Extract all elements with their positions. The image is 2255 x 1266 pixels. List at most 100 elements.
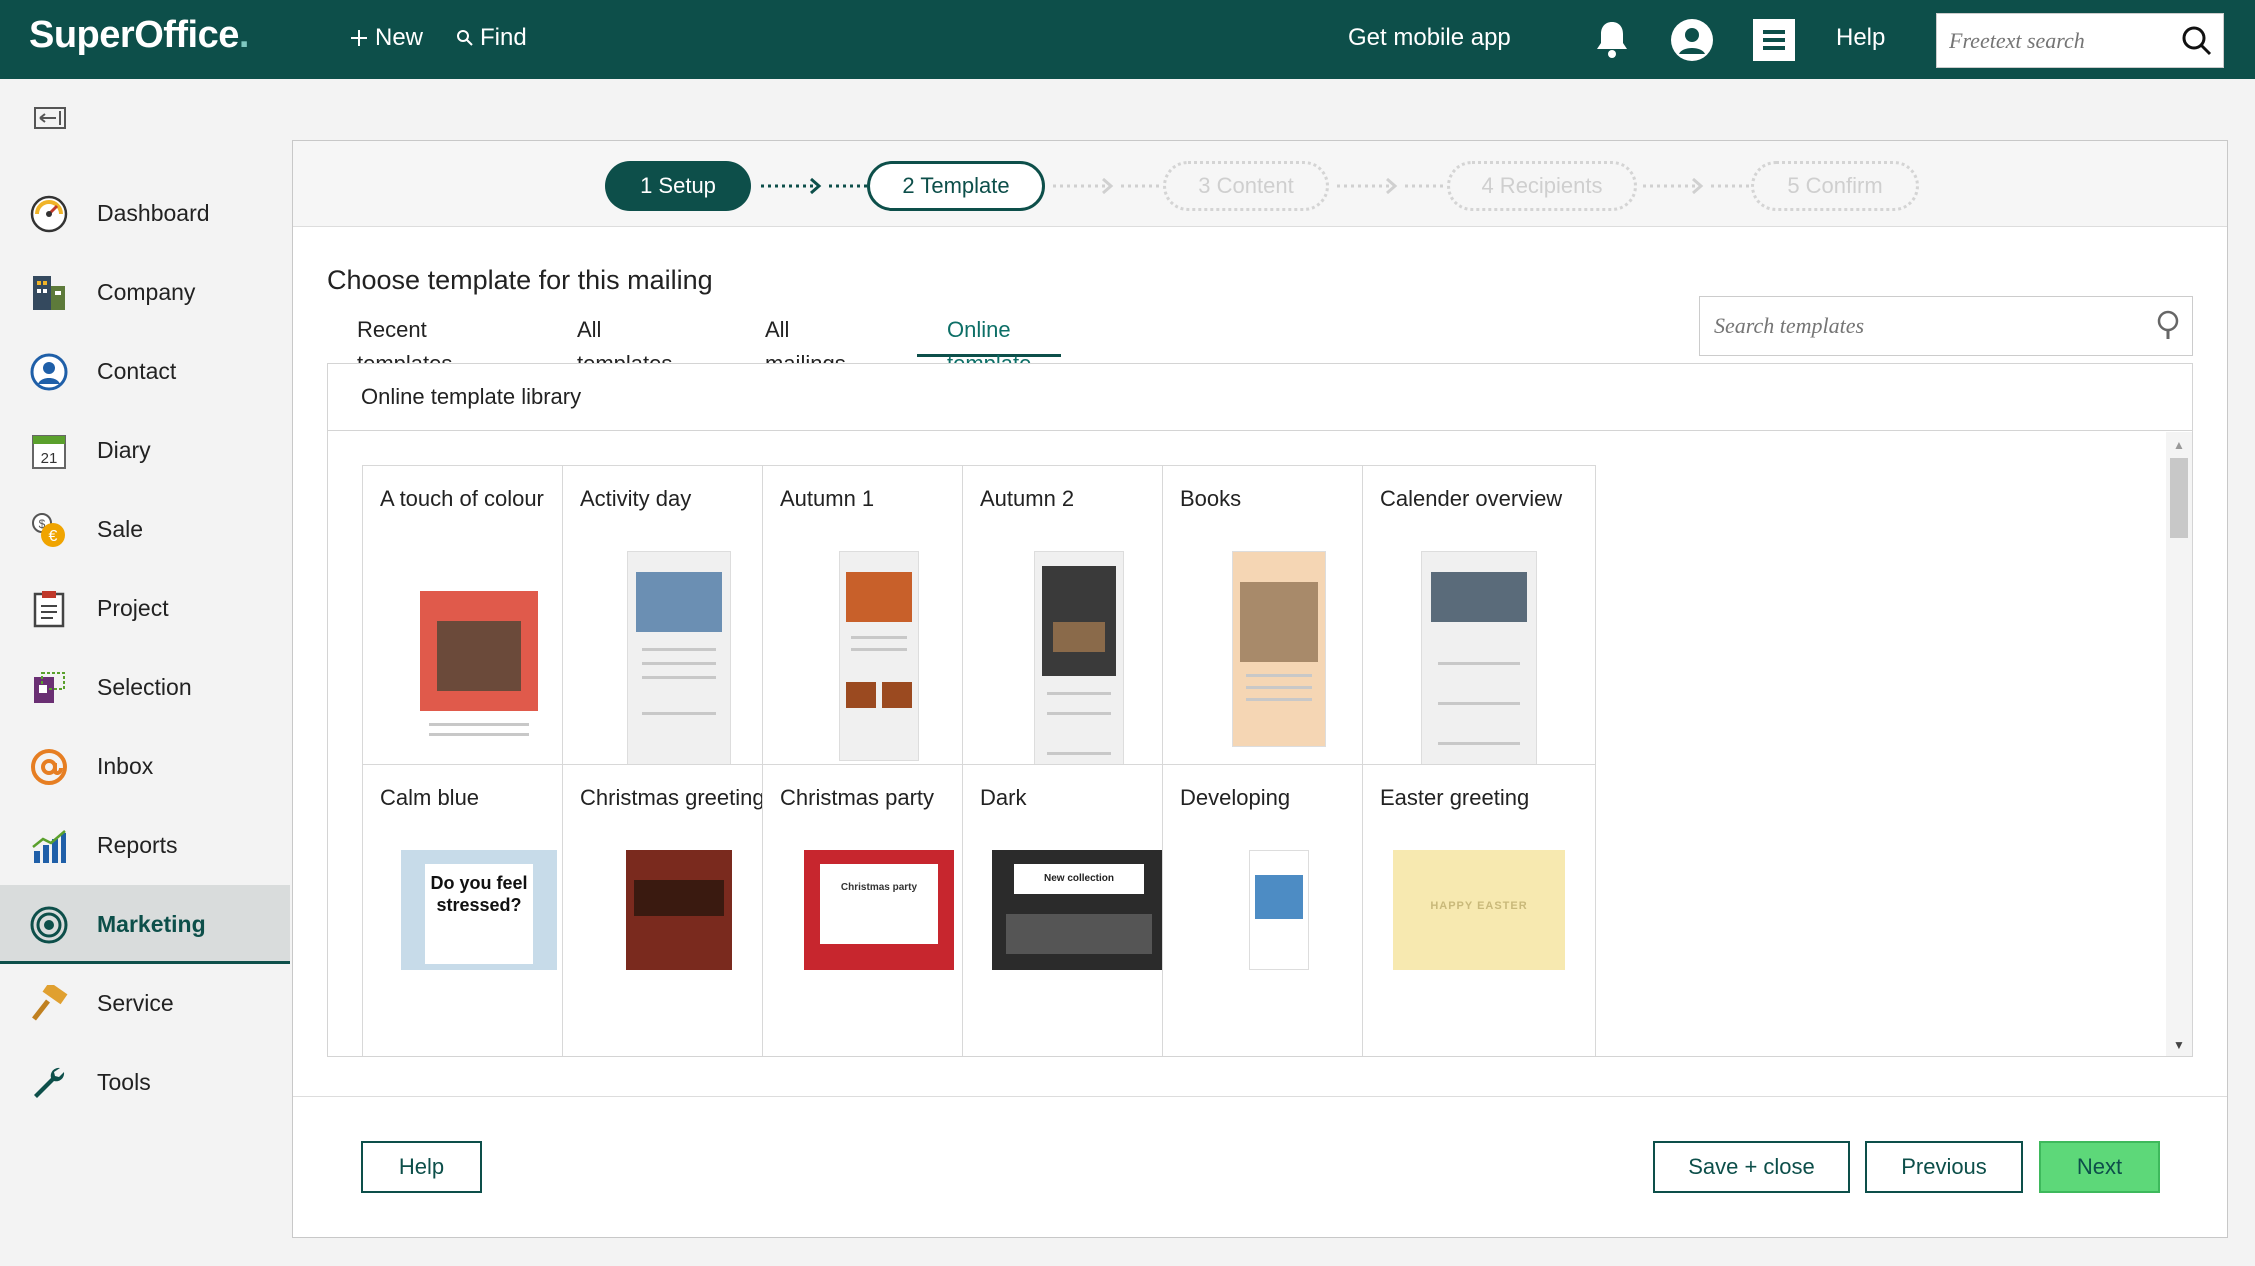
step-connector	[759, 176, 869, 196]
freetext-search[interactable]	[1936, 13, 2224, 68]
collapse-sidebar-icon[interactable]	[34, 107, 66, 129]
template-name: Developing	[1180, 785, 1291, 810]
sidebar-item-inbox[interactable]: Inbox	[0, 727, 290, 806]
step-recipients[interactable]: 4 Recipients	[1447, 161, 1637, 211]
template-card[interactable]: Christmas greeting	[562, 764, 796, 1056]
template-card[interactable]: Christmas party Christmas party	[762, 764, 996, 1056]
template-grid: A touch of colour Activity day Autumn 1	[328, 432, 2166, 1056]
building-icon	[29, 273, 69, 313]
sidebar-item-label: Service	[97, 990, 174, 1016]
tab-online-template-library[interactable]: Online template library	[917, 313, 1062, 410]
sidebar-item-label: Diary	[97, 437, 151, 463]
step-connector	[1051, 176, 1161, 196]
step-content[interactable]: 3 Content	[1163, 161, 1329, 211]
sidebar-item-sale[interactable]: $ € Sale	[0, 490, 290, 569]
template-search[interactable]	[1699, 296, 2193, 356]
template-name: Dark	[980, 785, 1027, 810]
next-button[interactable]: Next	[2039, 1141, 2160, 1193]
template-search-input[interactable]	[1714, 311, 2134, 341]
tab-all-mailings[interactable]: All mailings	[735, 313, 876, 376]
save-close-button[interactable]: Save + close	[1653, 1141, 1850, 1193]
hammer-icon	[29, 984, 69, 1024]
wizard-steps: 1 Setup 2 Template 3 Content 4 Recipient…	[293, 141, 2227, 227]
template-name: Christmas greeting	[580, 785, 765, 810]
superoffice-logo[interactable]: SuperOffice.	[29, 14, 249, 57]
find-button[interactable]: Find	[456, 24, 527, 52]
menu-icon[interactable]	[1752, 18, 1796, 62]
template-thumbnail	[626, 850, 732, 970]
footer-divider	[293, 1096, 2227, 1097]
search-icon	[457, 30, 473, 46]
wrench-icon	[29, 1063, 69, 1103]
step-template[interactable]: 2 Template	[867, 161, 1045, 211]
find-label: Find	[480, 24, 527, 51]
freetext-search-input[interactable]	[1949, 26, 2169, 56]
selection-icon	[29, 668, 69, 708]
top-bar: SuperOffice. New Find Get mobile app Hel…	[0, 0, 2255, 79]
template-thumbnail	[409, 551, 549, 761]
help-button[interactable]: Help	[361, 1141, 482, 1193]
search-icon[interactable]	[2181, 25, 2213, 57]
get-mobile-app-link[interactable]: Get mobile app	[1348, 24, 1511, 52]
user-icon[interactable]	[1670, 18, 1714, 62]
gauge-icon	[29, 194, 69, 234]
tab-all-templates[interactable]: All templates	[547, 313, 702, 376]
library-header: Online template library	[328, 364, 2192, 431]
template-card[interactable]: Developing	[1162, 764, 1396, 1056]
template-name: Books	[1180, 486, 1242, 511]
template-name: Autumn 2	[980, 486, 1075, 511]
clipboard-icon	[29, 589, 69, 629]
template-thumbnail	[1421, 551, 1537, 793]
sidebar-item-reports[interactable]: Reports	[0, 806, 290, 885]
new-label: New	[375, 24, 424, 51]
scroll-thumb[interactable]	[2170, 458, 2188, 538]
sidebar-item-project[interactable]: Project	[0, 569, 290, 648]
template-thumbnail	[839, 551, 919, 761]
step-connector	[1335, 176, 1445, 196]
sidebar-item-label: Sale	[97, 516, 144, 542]
template-card[interactable]: Dark New collection	[962, 764, 1196, 1056]
template-name: Autumn 1	[780, 486, 875, 511]
template-grid-scrollbar[interactable]: ▲ ▼	[2166, 432, 2192, 1056]
sidebar-item-contact[interactable]: Contact	[0, 332, 290, 411]
template-thumbnail	[1232, 551, 1326, 747]
template-thumbnail	[1034, 551, 1124, 793]
template-name: Christmas party	[780, 785, 935, 810]
sidebar-item-tools[interactable]: Tools	[0, 1043, 290, 1122]
sidebar-item-dashboard[interactable]: Dashboard	[0, 174, 290, 253]
scroll-down-icon[interactable]: ▼	[2173, 1038, 2185, 1052]
template-card[interactable]: Easter greeting HAPPY EASTER	[1362, 764, 1596, 1056]
tab-recent-templates[interactable]: Recent templates	[327, 313, 482, 376]
help-link[interactable]: Help	[1836, 24, 1885, 52]
calendar-icon: 21	[29, 431, 69, 471]
template-thumbnail	[1249, 850, 1309, 970]
mailing-wizard-panel: 1 Setup 2 Template 3 Content 4 Recipient…	[292, 140, 2228, 1238]
page-title: Choose template for this mailing	[327, 265, 713, 295]
template-name: Activity day	[580, 486, 692, 511]
plus-icon	[351, 30, 367, 46]
sidebar-item-company[interactable]: Company	[0, 253, 290, 332]
svg-text:21: 21	[41, 450, 58, 467]
template-card[interactable]: Calm blue Do you feel stressed?	[362, 764, 596, 1056]
bar-chart-icon	[29, 826, 69, 866]
step-setup[interactable]: 1 Setup	[605, 161, 751, 211]
sidebar-item-selection[interactable]: Selection	[0, 648, 290, 727]
sidebar-item-marketing[interactable]: Marketing	[0, 885, 290, 964]
template-thumbnail: Do you feel stressed?	[401, 850, 557, 970]
coin-icon: $ €	[29, 510, 69, 550]
sidebar-item-label: Contact	[97, 358, 177, 384]
template-thumbnail: New collection	[992, 850, 1166, 970]
target-icon	[29, 905, 69, 945]
person-icon	[29, 352, 69, 392]
step-connector	[1641, 176, 1751, 196]
sidebar-item-label: Tools	[97, 1069, 151, 1095]
scroll-up-icon[interactable]: ▲	[2173, 438, 2185, 452]
sidebar-item-label: Marketing	[97, 911, 206, 937]
bell-icon[interactable]	[1590, 18, 1634, 62]
step-confirm[interactable]: 5 Confirm	[1751, 161, 1919, 211]
new-button[interactable]: New	[349, 24, 423, 52]
sidebar-item-diary[interactable]: 21 Diary	[0, 411, 290, 490]
sidebar-item-service[interactable]: Service	[0, 964, 290, 1043]
search-icon[interactable]	[2154, 309, 2182, 341]
previous-button[interactable]: Previous	[1865, 1141, 2023, 1193]
